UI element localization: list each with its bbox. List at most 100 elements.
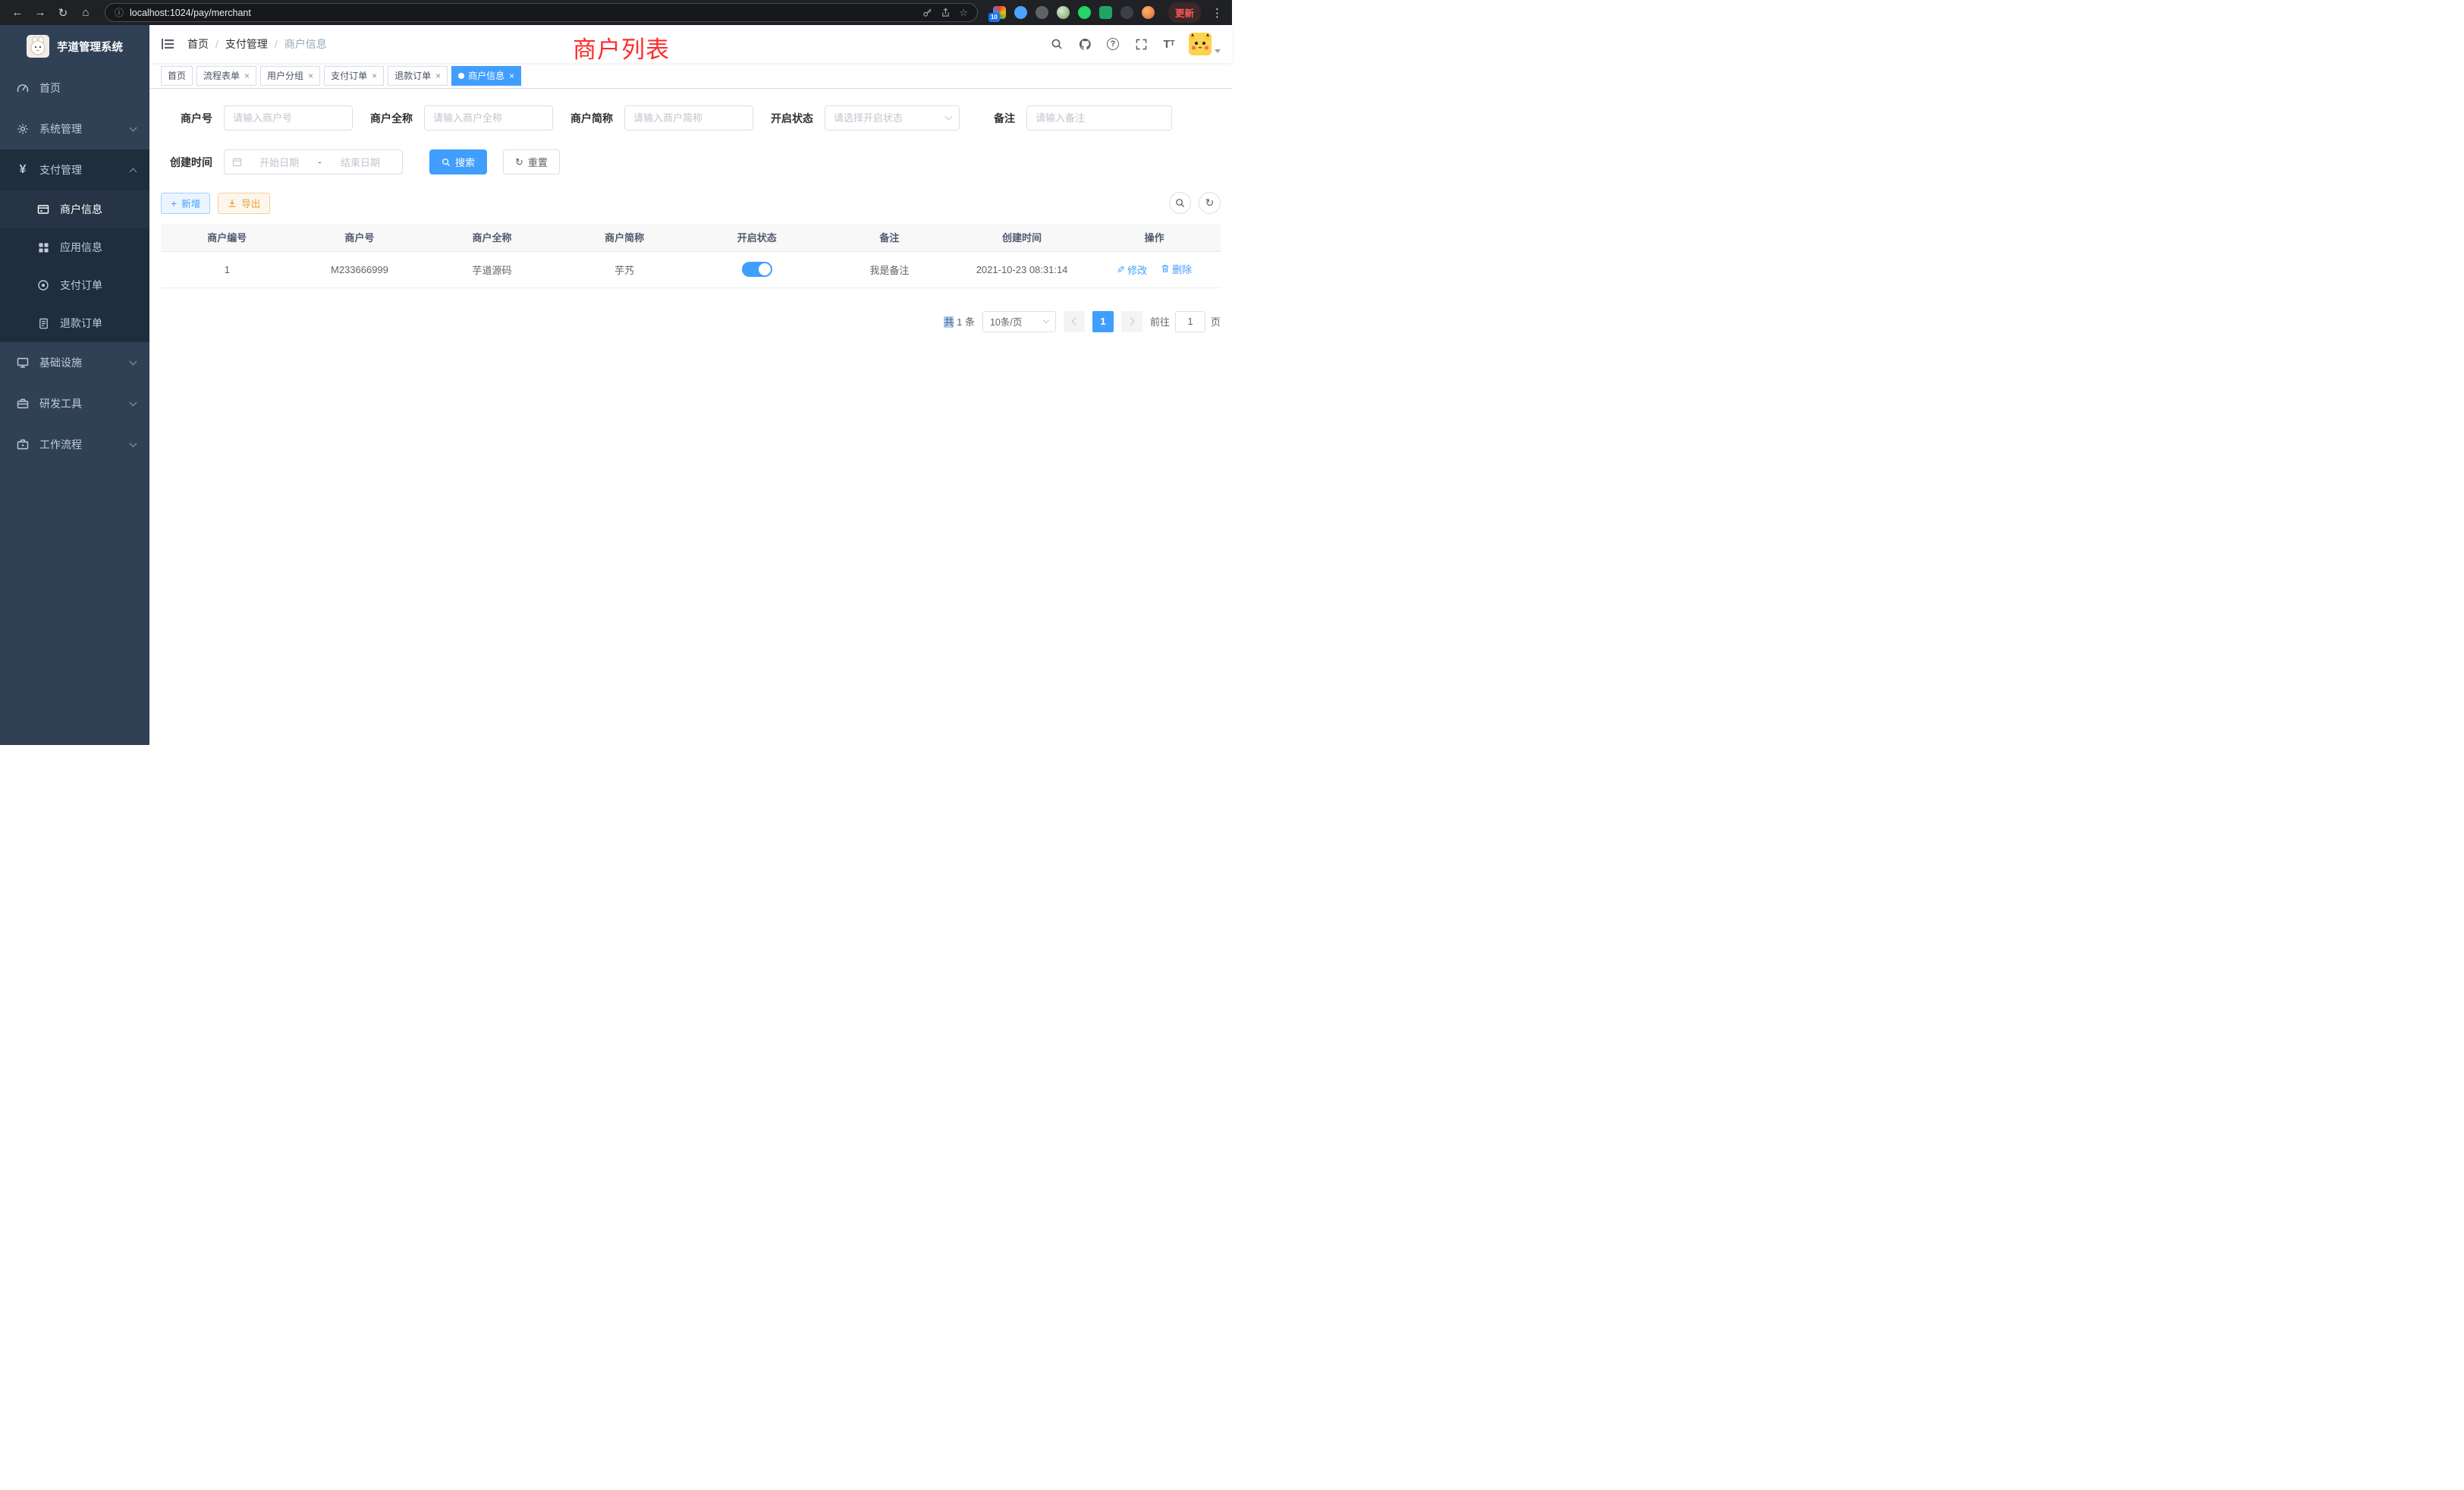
cell-full-name: 芋道源码 xyxy=(426,251,558,288)
extension-icon[interactable] xyxy=(1057,6,1070,19)
reset-button[interactable]: ↻ 重置 xyxy=(503,149,560,174)
tab-home[interactable]: 首页 xyxy=(161,66,193,86)
toggle-search-button[interactable] xyxy=(1169,192,1191,214)
browser-chrome: ← → ↻ ⌂ ⓘ localhost:1024/pay/merchant ☆ … xyxy=(0,0,1232,25)
github-icon[interactable] xyxy=(1076,36,1093,52)
edit-link[interactable]: ✎修改 xyxy=(1117,262,1147,277)
sidebar-item-label: 支付管理 xyxy=(39,162,82,178)
page-jumper: 前往 页 xyxy=(1150,311,1221,332)
col-header: 开启状态 xyxy=(691,224,824,251)
sidebar-item-home[interactable]: 首页 xyxy=(0,68,149,108)
sidebar-item-system[interactable]: 系统管理 xyxy=(0,108,149,149)
breadcrumb-home[interactable]: 首页 xyxy=(187,36,209,52)
extension-icon[interactable] xyxy=(1120,6,1133,19)
sidebar-toggle-icon[interactable] xyxy=(161,37,174,51)
browser-forward-icon[interactable]: → xyxy=(30,4,50,22)
date-range-picker[interactable]: 开始日期 - 结束日期 xyxy=(224,149,403,174)
delete-link[interactable]: 删除 xyxy=(1161,262,1192,276)
tab-pay-order[interactable]: 支付订单× xyxy=(324,66,384,86)
bookmark-star-icon[interactable]: ☆ xyxy=(959,7,968,19)
remark-input[interactable] xyxy=(1026,105,1172,130)
browser-home-icon[interactable]: ⌂ xyxy=(76,4,96,22)
page-number-button[interactable]: 1 xyxy=(1092,311,1114,332)
browser-back-icon[interactable]: ← xyxy=(8,4,27,22)
full-name-input[interactable] xyxy=(424,105,553,130)
extension-icon[interactable]: 10 xyxy=(993,6,1006,19)
header-actions: ? TT xyxy=(1048,33,1221,55)
refresh-table-button[interactable]: ↻ xyxy=(1199,192,1221,214)
pagination: 共 1 条 10条/页 1 前往 页 xyxy=(161,311,1221,332)
short-name-input[interactable] xyxy=(624,105,753,130)
goto-page-input[interactable] xyxy=(1175,311,1205,332)
download-icon xyxy=(228,199,237,208)
cell-remark: 我是备注 xyxy=(823,251,956,288)
cell-id: 1 xyxy=(161,251,294,288)
user-menu[interactable] xyxy=(1189,33,1221,55)
sidebar-item-pay-order[interactable]: 支付订单 xyxy=(0,266,149,304)
tab-user-group[interactable]: 用户分组× xyxy=(260,66,320,86)
field-short-name: 商户简称 xyxy=(570,105,753,130)
close-icon[interactable]: × xyxy=(244,71,250,80)
export-button[interactable]: 导出 xyxy=(218,193,270,214)
goto-label: 前往 xyxy=(1150,314,1170,328)
next-page-button[interactable] xyxy=(1121,311,1142,332)
gear-icon xyxy=(16,123,30,135)
extension-icon[interactable] xyxy=(1036,6,1048,19)
tab-process-form[interactable]: 流程表单× xyxy=(196,66,256,86)
field-label: 创建时间 xyxy=(161,155,212,170)
tab-merchant-info[interactable]: 商户信息× xyxy=(451,66,521,86)
extension-icon[interactable] xyxy=(1142,6,1155,19)
merchant-no-input[interactable] xyxy=(224,105,353,130)
sidebar-item-workflow[interactable]: 工作流程 xyxy=(0,424,149,465)
sidebar-item-label: 首页 xyxy=(39,80,61,96)
site-info-icon[interactable]: ⓘ xyxy=(115,6,124,19)
sidebar-item-label: 支付订单 xyxy=(60,278,102,293)
tags-view: 首页 流程表单× 用户分组× 支付订单× 退款订单× 商户信息× xyxy=(149,63,1232,89)
extension-badge: 10 xyxy=(988,13,1000,22)
close-icon[interactable]: × xyxy=(307,71,313,80)
col-header: 操作 xyxy=(1088,224,1221,251)
extension-icon[interactable] xyxy=(1099,6,1112,19)
status-select[interactable] xyxy=(825,105,960,130)
field-label: 备注 xyxy=(994,111,1015,126)
tab-refund-order[interactable]: 退款订单× xyxy=(388,66,448,86)
sidebar-item-refund-order[interactable]: 退款订单 xyxy=(0,304,149,342)
sidebar-logo[interactable]: 芋道管理系统 xyxy=(0,25,149,68)
fullscreen-icon[interactable] xyxy=(1133,36,1149,52)
field-label: 开启状态 xyxy=(771,111,813,126)
close-icon[interactable]: × xyxy=(371,71,377,80)
share-icon[interactable] xyxy=(941,8,951,17)
sidebar-item-dev-tools[interactable]: 研发工具 xyxy=(0,383,149,424)
sidebar-item-payment[interactable]: ¥ 支付管理 xyxy=(0,149,149,190)
close-icon[interactable]: × xyxy=(435,71,441,80)
sidebar-item-app-info[interactable]: 应用信息 xyxy=(0,228,149,266)
browser-update-button[interactable]: 更新 xyxy=(1168,2,1201,23)
search-icon[interactable] xyxy=(1048,36,1065,52)
sidebar-item-merchant-info[interactable]: 商户信息 xyxy=(0,190,149,228)
breadcrumb-payment[interactable]: 支付管理 xyxy=(225,36,268,52)
extension-icon[interactable] xyxy=(1014,6,1027,19)
trash-icon xyxy=(1161,264,1170,273)
col-header: 商户编号 xyxy=(161,224,294,251)
prev-page-button[interactable] xyxy=(1064,311,1085,332)
page-size-select[interactable]: 10条/页 xyxy=(982,311,1056,332)
password-key-icon[interactable] xyxy=(922,8,932,17)
extensions-area: 10 xyxy=(987,6,1161,19)
address-bar[interactable]: ⓘ localhost:1024/pay/merchant ☆ xyxy=(105,3,978,22)
app-title: 芋道管理系统 xyxy=(57,39,123,55)
field-create-time: 创建时间 开始日期 - 结束日期 xyxy=(161,149,403,174)
close-icon[interactable]: × xyxy=(508,71,514,80)
status-toggle[interactable] xyxy=(742,262,772,277)
search-button[interactable]: 搜索 xyxy=(429,149,487,174)
extension-icon[interactable] xyxy=(1078,6,1091,19)
font-size-icon[interactable]: TT xyxy=(1161,36,1177,52)
add-button[interactable]: + 新增 xyxy=(161,193,210,214)
browser-reload-icon[interactable]: ↻ xyxy=(53,4,73,22)
sidebar-item-label: 应用信息 xyxy=(60,240,102,255)
plus-icon: + xyxy=(171,198,177,209)
cell-create-time: 2021-10-23 08:31:14 xyxy=(956,251,1089,288)
help-icon[interactable]: ? xyxy=(1105,36,1121,52)
sidebar-item-infrastructure[interactable]: 基础设施 xyxy=(0,342,149,383)
browser-menu-icon[interactable]: ⋮ xyxy=(1212,6,1223,20)
document-icon xyxy=(36,318,50,329)
